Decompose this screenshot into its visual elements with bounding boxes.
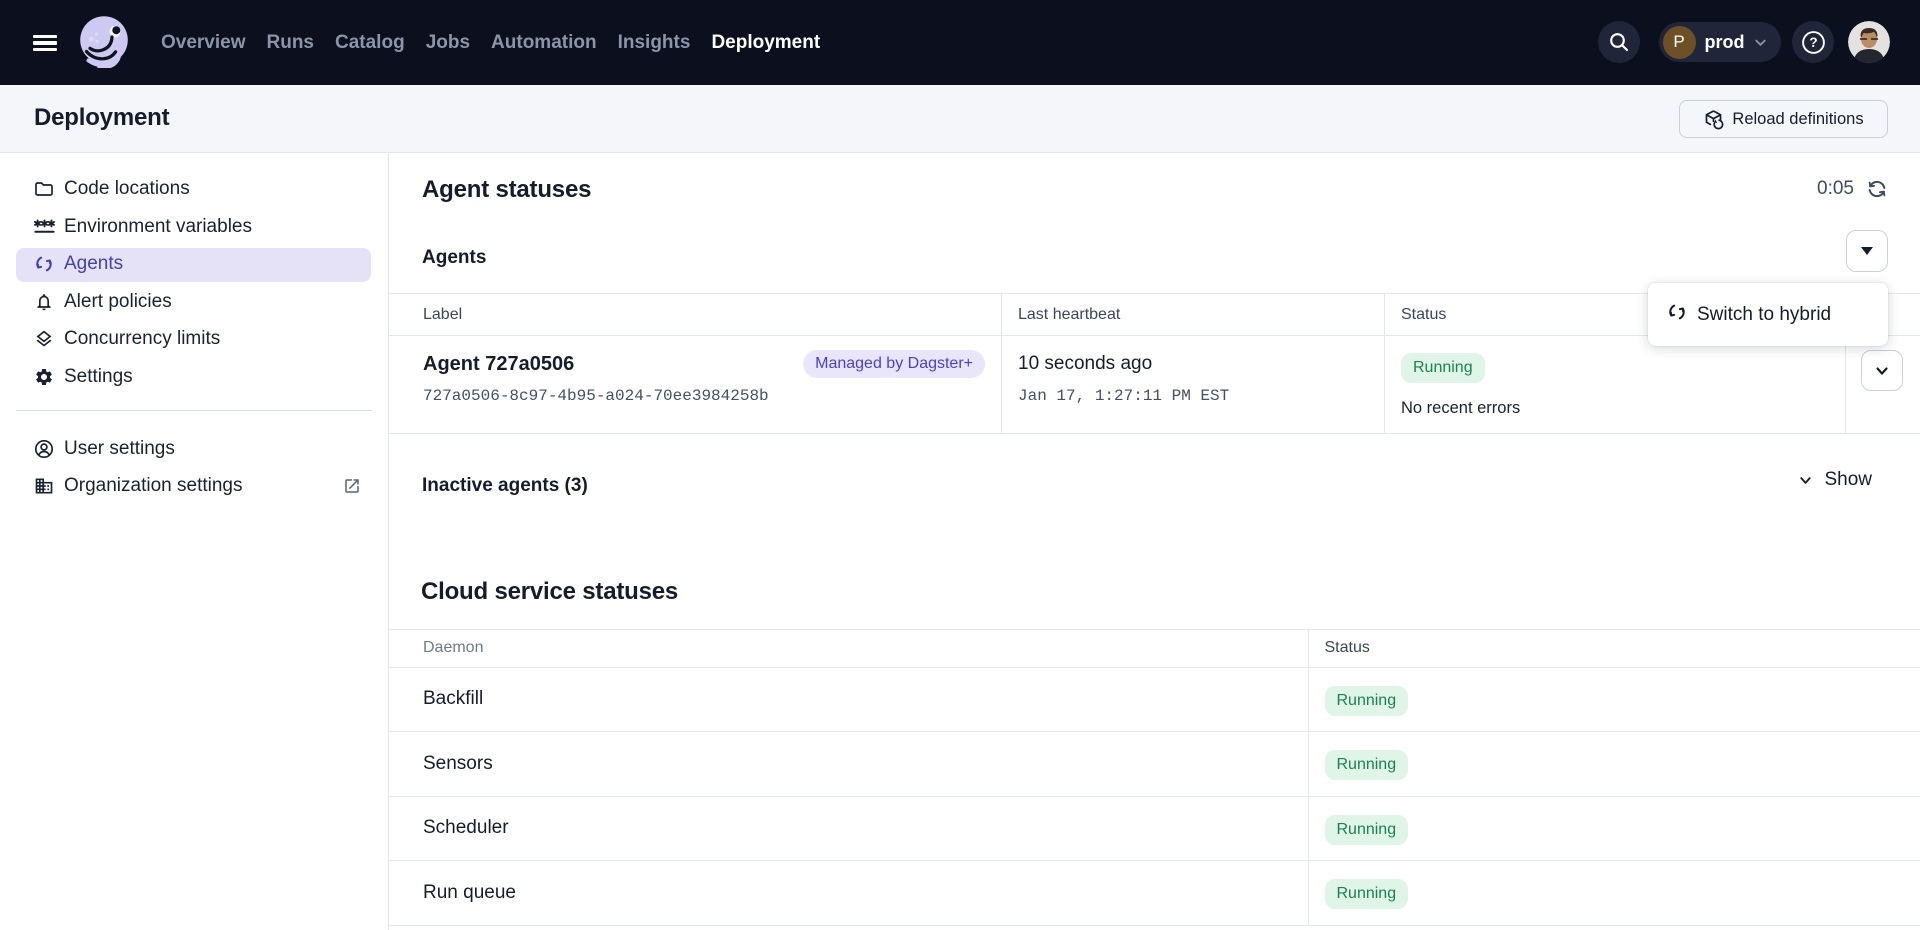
svg-text:?: ? xyxy=(1809,35,1817,50)
